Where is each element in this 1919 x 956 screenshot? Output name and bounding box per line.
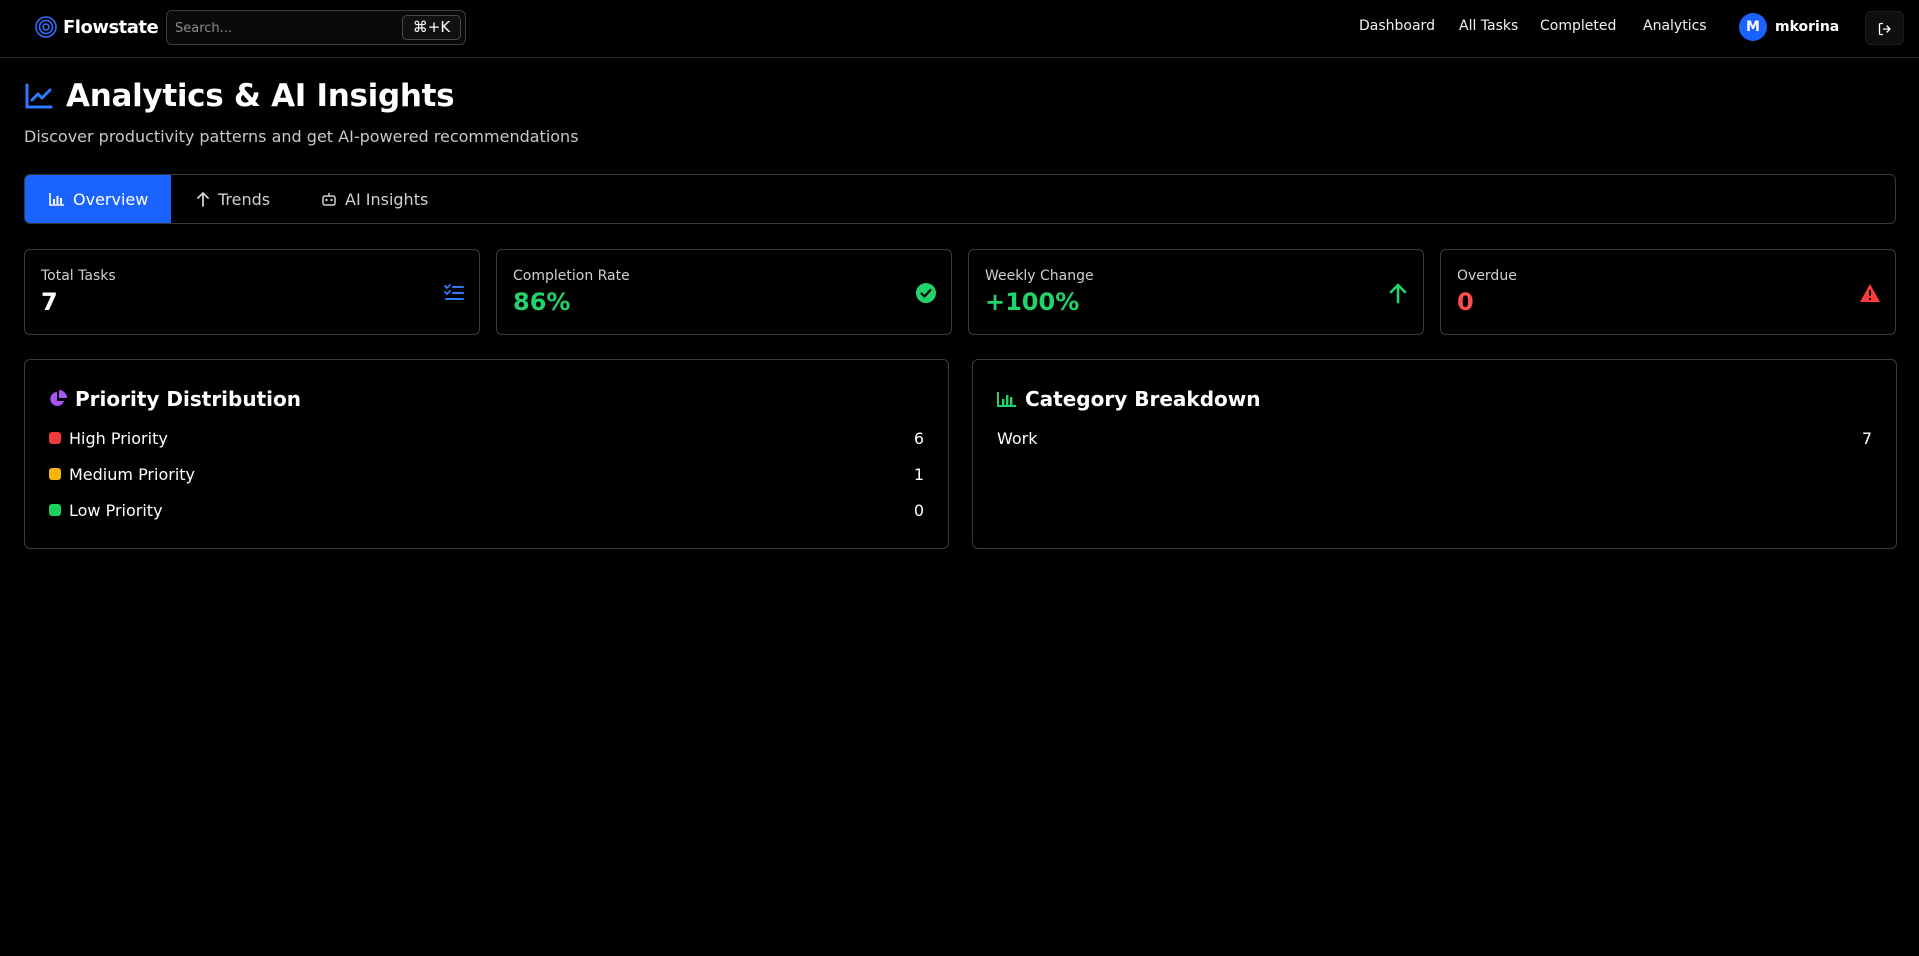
search-shortcut-badge: ⌘+K bbox=[402, 15, 461, 40]
stat-card-weekly-change: Weekly Change +100% bbox=[968, 249, 1424, 335]
user-menu[interactable]: M mkorina bbox=[1739, 13, 1839, 41]
stat-value: +100% bbox=[985, 288, 1080, 316]
search-box[interactable]: ⌘+K bbox=[166, 10, 466, 45]
panel-header: Priority Distribution bbox=[49, 387, 301, 411]
trend-chart-icon bbox=[24, 81, 54, 111]
nav-link-analytics[interactable]: Analytics bbox=[1643, 18, 1707, 34]
panel-title: Priority Distribution bbox=[75, 387, 301, 411]
category-label: Work bbox=[997, 428, 1038, 448]
stat-label: Weekly Change bbox=[985, 268, 1094, 284]
category-row-work: Work 7 bbox=[997, 428, 1872, 448]
top-nav-bar: Flowstate ⌘+K Dashboard All Tasks Comple… bbox=[0, 0, 1919, 58]
priority-count: 1 bbox=[913, 464, 924, 484]
list-checks-icon bbox=[443, 282, 465, 304]
stat-value: 0 bbox=[1457, 288, 1474, 316]
priority-dot bbox=[49, 468, 61, 480]
arrow-up-icon bbox=[1387, 282, 1409, 304]
tab-label: Overview bbox=[73, 189, 149, 209]
priority-distribution-panel: Priority Distribution High Priority 6 Me… bbox=[24, 359, 949, 549]
category-breakdown-panel: Category Breakdown Work 7 bbox=[972, 359, 1897, 549]
stat-card-overdue: Overdue 0 bbox=[1440, 249, 1896, 335]
tab-bar: Overview Trends AI Insights bbox=[24, 174, 1896, 224]
app-name: Flowstate bbox=[63, 16, 159, 38]
search-input[interactable] bbox=[175, 19, 395, 38]
priority-label: Low Priority bbox=[69, 500, 163, 520]
page-title: Analytics & AI Insights bbox=[66, 78, 455, 114]
panel-header: Category Breakdown bbox=[997, 387, 1260, 411]
robot-icon bbox=[322, 193, 336, 206]
stat-card-total-tasks: Total Tasks 7 bbox=[24, 249, 480, 335]
stat-value: 7 bbox=[41, 288, 58, 316]
priority-row-high: High Priority 6 bbox=[49, 428, 924, 448]
priority-dot bbox=[49, 504, 61, 516]
priority-row-low: Low Priority 0 bbox=[49, 500, 924, 520]
panel-title: Category Breakdown bbox=[1025, 387, 1261, 411]
tab-trends[interactable]: Trends bbox=[196, 175, 296, 223]
logout-button[interactable] bbox=[1865, 11, 1904, 45]
stat-value: 86% bbox=[513, 288, 571, 316]
priority-count: 6 bbox=[913, 428, 924, 448]
priority-label: High Priority bbox=[69, 428, 168, 448]
tab-label: Trends bbox=[218, 189, 271, 209]
nav-link-dashboard[interactable]: Dashboard bbox=[1359, 18, 1435, 34]
avatar: M bbox=[1739, 13, 1767, 41]
priority-count: 0 bbox=[913, 500, 924, 520]
stat-card-completion-rate: Completion Rate 86% bbox=[496, 249, 952, 335]
nav-link-all-tasks[interactable]: All Tasks bbox=[1459, 18, 1518, 34]
bar-chart-icon bbox=[49, 193, 64, 206]
stat-label: Overdue bbox=[1457, 268, 1517, 284]
username: mkorina bbox=[1775, 19, 1840, 35]
nav-link-completed[interactable]: Completed bbox=[1540, 18, 1616, 34]
check-circle-icon bbox=[915, 282, 937, 304]
warning-icon bbox=[1859, 282, 1881, 304]
priority-row-medium: Medium Priority 1 bbox=[49, 464, 924, 484]
priority-label: Medium Priority bbox=[69, 464, 196, 484]
bar-chart-icon bbox=[997, 392, 1016, 407]
arrow-up-icon bbox=[197, 192, 209, 207]
stat-label: Total Tasks bbox=[41, 268, 116, 284]
tab-ai-insights[interactable]: AI Insights bbox=[321, 175, 451, 223]
stat-label: Completion Rate bbox=[513, 268, 630, 284]
logout-icon bbox=[1878, 22, 1891, 36]
page-subtitle: Discover productivity patterns and get A… bbox=[24, 127, 579, 146]
tab-label: AI Insights bbox=[345, 189, 429, 209]
flowstate-logo-icon bbox=[34, 15, 58, 39]
page-header: Analytics & AI Insights bbox=[24, 78, 455, 114]
priority-dot bbox=[49, 432, 61, 444]
tab-overview[interactable]: Overview bbox=[25, 175, 171, 223]
category-count: 7 bbox=[1861, 428, 1872, 448]
pie-chart-icon bbox=[50, 390, 67, 406]
logo[interactable]: Flowstate bbox=[34, 15, 159, 39]
